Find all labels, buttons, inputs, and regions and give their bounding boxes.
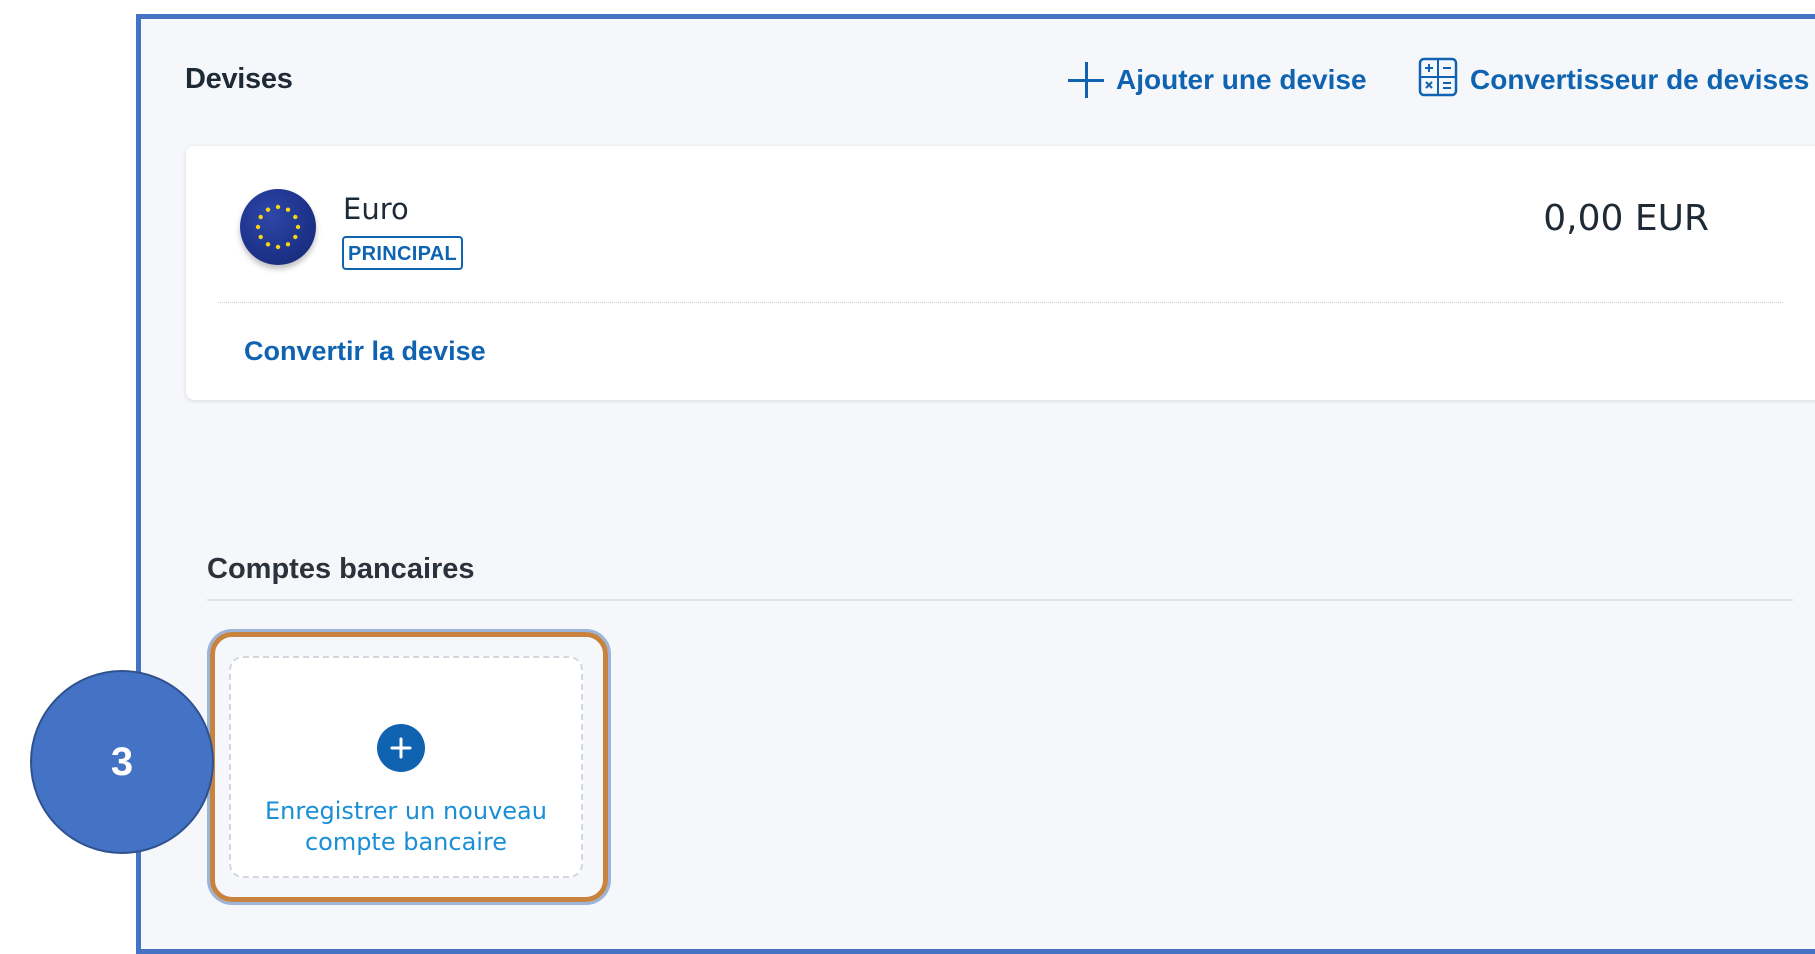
currency-converter-button[interactable]: Convertisseur de devises (1418, 57, 1810, 100)
currency-converter-label: Convertisseur de devises (1470, 64, 1810, 95)
currencies-section-title: Devises (185, 63, 293, 95)
card-divider (218, 302, 1783, 303)
calculator-icon (1418, 57, 1458, 104)
bank-section-divider (207, 599, 1793, 601)
currency-balance: 0,00 EUR (1543, 198, 1709, 239)
convert-currency-link[interactable]: Convertir la devise (244, 336, 486, 367)
add-currency-button[interactable]: Ajouter une devise (1068, 60, 1367, 100)
principal-badge: PRINCIPAL (342, 236, 463, 270)
step-highlight-box (210, 632, 608, 902)
step-number-badge: 3 (30, 670, 214, 854)
plus-icon (1068, 62, 1104, 98)
bank-accounts-section-title: Comptes bancaires (207, 553, 475, 585)
add-currency-label: Ajouter une devise (1116, 64, 1367, 95)
